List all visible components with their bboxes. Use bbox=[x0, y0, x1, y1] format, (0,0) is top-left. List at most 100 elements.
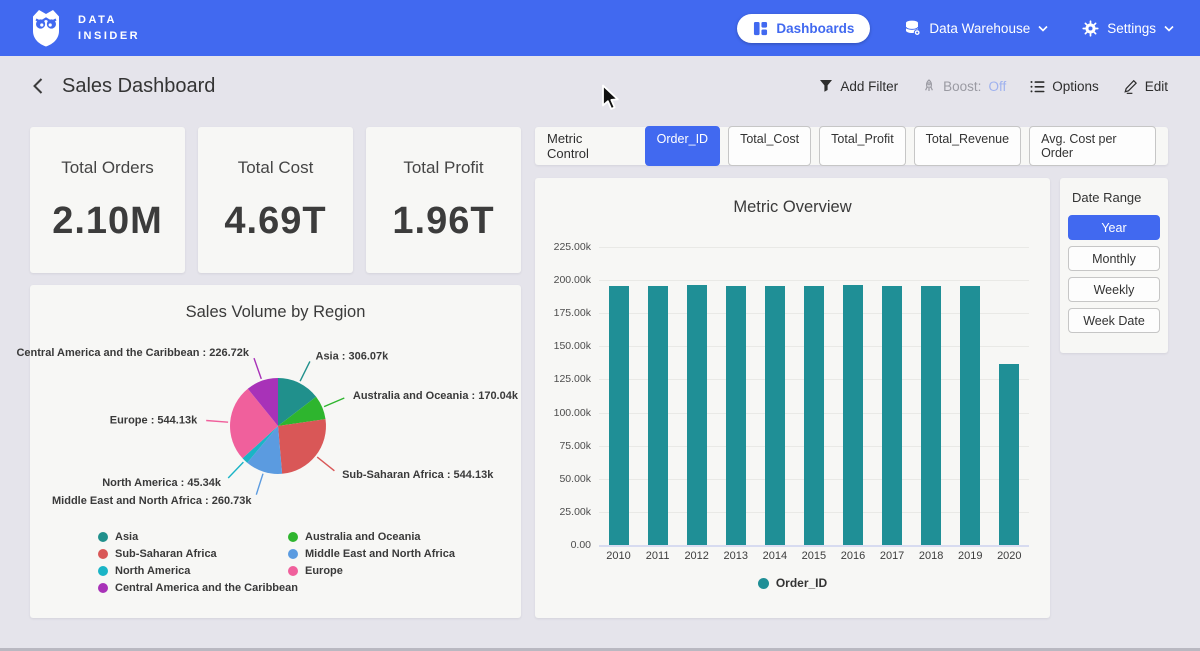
chevron-down-icon bbox=[1038, 25, 1048, 32]
edit-pencil-icon bbox=[1123, 79, 1138, 94]
brand-name: DATA INSIDER bbox=[78, 12, 140, 45]
legend-dot bbox=[288, 532, 298, 542]
y-tick-label: 100.00k bbox=[539, 407, 591, 419]
legend-label: Order_ID bbox=[776, 576, 827, 590]
y-tick-label: 225.00k bbox=[539, 241, 591, 253]
filter-funnel-icon bbox=[819, 79, 833, 93]
pie-chart: Asia : 306.07kAustralia and Oceania : 17… bbox=[30, 337, 521, 527]
chevron-down-icon bbox=[1164, 25, 1174, 32]
bar-slot bbox=[794, 247, 833, 545]
nav-data-warehouse-label: Data Warehouse bbox=[929, 21, 1030, 36]
metric-chip-order-id[interactable]: Order_ID bbox=[645, 126, 720, 166]
legend-label: Central America and the Caribbean bbox=[115, 582, 298, 594]
bar-slot bbox=[716, 247, 755, 545]
pie-callout-line bbox=[254, 358, 261, 379]
x-tick-label: 2017 bbox=[873, 550, 911, 562]
pie-label-sub-saharan-africa: Sub-Saharan Africa : 544.13k bbox=[342, 469, 494, 481]
nav-dashboards-button[interactable]: Dashboards bbox=[737, 14, 870, 43]
options-button[interactable]: Options bbox=[1030, 79, 1099, 94]
bar-2017 bbox=[882, 286, 902, 545]
boost-label: Boost: bbox=[943, 79, 981, 94]
y-tick-label: 50.00k bbox=[539, 473, 591, 485]
legend-dot bbox=[98, 566, 108, 576]
metric-chip-total-revenue[interactable]: Total_Revenue bbox=[914, 126, 1021, 166]
x-tick-label: 2014 bbox=[756, 550, 794, 562]
sales-volume-chart-card: Sales Volume by Region Asia : 306.07kAus… bbox=[30, 285, 521, 618]
database-icon bbox=[904, 20, 921, 36]
date-range-monthly[interactable]: Monthly bbox=[1068, 246, 1160, 271]
page-header: Sales Dashboard Add Filter Boost: Off bbox=[0, 56, 1200, 116]
legend-item-sub-saharan-africa[interactable]: Sub-Saharan Africa bbox=[98, 548, 288, 560]
date-range-panel: Date Range YearMonthlyWeeklyWeek Date bbox=[1060, 178, 1168, 353]
bar-2018 bbox=[921, 286, 941, 545]
kpi-value: 4.69T bbox=[224, 200, 326, 243]
legend-item-europe[interactable]: Europe bbox=[288, 565, 455, 577]
bar-2015 bbox=[804, 286, 824, 545]
back-button[interactable] bbox=[32, 77, 44, 95]
x-tick-label: 2015 bbox=[795, 550, 833, 562]
date-range-year[interactable]: Year bbox=[1068, 215, 1160, 240]
legend-item-middle-east-and-north-africa[interactable]: Middle East and North Africa bbox=[288, 548, 455, 560]
bar-2014 bbox=[765, 286, 785, 545]
y-tick-label: 25.00k bbox=[539, 506, 591, 518]
x-axis-labels: 2010201120122013201420152016201720182019… bbox=[599, 550, 1029, 562]
bar-slot bbox=[990, 247, 1029, 545]
legend-dot bbox=[288, 566, 298, 576]
page-title: Sales Dashboard bbox=[62, 75, 215, 98]
boost-toggle[interactable]: Boost: Off bbox=[922, 79, 1006, 94]
kpi-label: Total Profit bbox=[403, 158, 483, 178]
pie-legend-column: Asia Sub-Saharan Africa North America Centr… bbox=[98, 531, 288, 594]
x-tick-label: 2011 bbox=[639, 550, 677, 562]
kpi-card-total-profit: Total Profit 1.96T bbox=[366, 127, 521, 273]
edit-button[interactable]: Edit bbox=[1123, 79, 1168, 94]
owl-logo-icon bbox=[26, 7, 66, 49]
x-tick-label: 2018 bbox=[912, 550, 950, 562]
bar-2010 bbox=[609, 286, 629, 545]
legend-label: Australia and Oceania bbox=[305, 531, 421, 543]
gear-icon bbox=[1082, 20, 1099, 37]
nav-settings-label: Settings bbox=[1107, 21, 1156, 36]
metric-chip-avg-cost-per-order[interactable]: Avg. Cost per Order bbox=[1029, 126, 1156, 166]
bar-slot bbox=[638, 247, 677, 545]
x-tick-label: 2010 bbox=[600, 550, 638, 562]
x-tick-label: 2019 bbox=[951, 550, 989, 562]
bar-slot bbox=[755, 247, 794, 545]
legend-item-central-america-and-the-caribbean[interactable]: Central America and the Caribbean bbox=[98, 582, 288, 594]
legend-dot bbox=[288, 549, 298, 559]
nav-dashboards-label: Dashboards bbox=[776, 21, 854, 36]
legend-item-australia-and-oceania[interactable]: Australia and Oceania bbox=[288, 531, 455, 543]
legend-item-north-america[interactable]: North America bbox=[98, 565, 288, 577]
metric-chip-total-cost[interactable]: Total_Cost bbox=[728, 126, 811, 166]
kpi-card-total-cost: Total Cost 4.69T bbox=[198, 127, 353, 273]
nav-data-warehouse-menu[interactable]: Data Warehouse bbox=[904, 20, 1048, 36]
bar-slot bbox=[873, 247, 912, 545]
legend-order-id[interactable]: Order_ID bbox=[535, 576, 1050, 590]
y-tick-label: 125.00k bbox=[539, 373, 591, 385]
x-tick-label: 2013 bbox=[717, 550, 755, 562]
add-filter-button[interactable]: Add Filter bbox=[819, 79, 898, 94]
nav-settings-menu[interactable]: Settings bbox=[1082, 20, 1174, 37]
metric-control-label: Metric Control bbox=[547, 131, 627, 161]
bar-slot bbox=[951, 247, 990, 545]
y-tick-label: 0.00 bbox=[539, 539, 591, 551]
metric-overview-chart-card: Metric Overview 225.00k200.00k175.00k150… bbox=[535, 178, 1050, 618]
y-tick-label: 200.00k bbox=[539, 274, 591, 286]
gridline bbox=[599, 545, 1029, 547]
legend-label: North America bbox=[115, 565, 190, 577]
boost-state: Off bbox=[988, 79, 1006, 94]
legend-item-asia[interactable]: Asia bbox=[98, 531, 288, 543]
legend-dot bbox=[98, 583, 108, 593]
y-tick-label: 175.00k bbox=[539, 307, 591, 319]
pie-label-asia: Asia : 306.07k bbox=[316, 351, 390, 363]
legend-label: Asia bbox=[115, 531, 138, 543]
bar-slot bbox=[677, 247, 716, 545]
legend-label: Europe bbox=[305, 565, 343, 577]
brand[interactable]: DATA INSIDER bbox=[26, 7, 140, 49]
metric-chip-total-profit[interactable]: Total_Profit bbox=[819, 126, 906, 166]
pie-label-north-america: North America : 45.34k bbox=[102, 477, 222, 489]
bar-2011 bbox=[648, 286, 668, 545]
date-range-week-date[interactable]: Week Date bbox=[1068, 308, 1160, 333]
pie-slice-sub-saharan-africa bbox=[278, 419, 326, 474]
bar-slot bbox=[834, 247, 873, 545]
date-range-weekly[interactable]: Weekly bbox=[1068, 277, 1160, 302]
